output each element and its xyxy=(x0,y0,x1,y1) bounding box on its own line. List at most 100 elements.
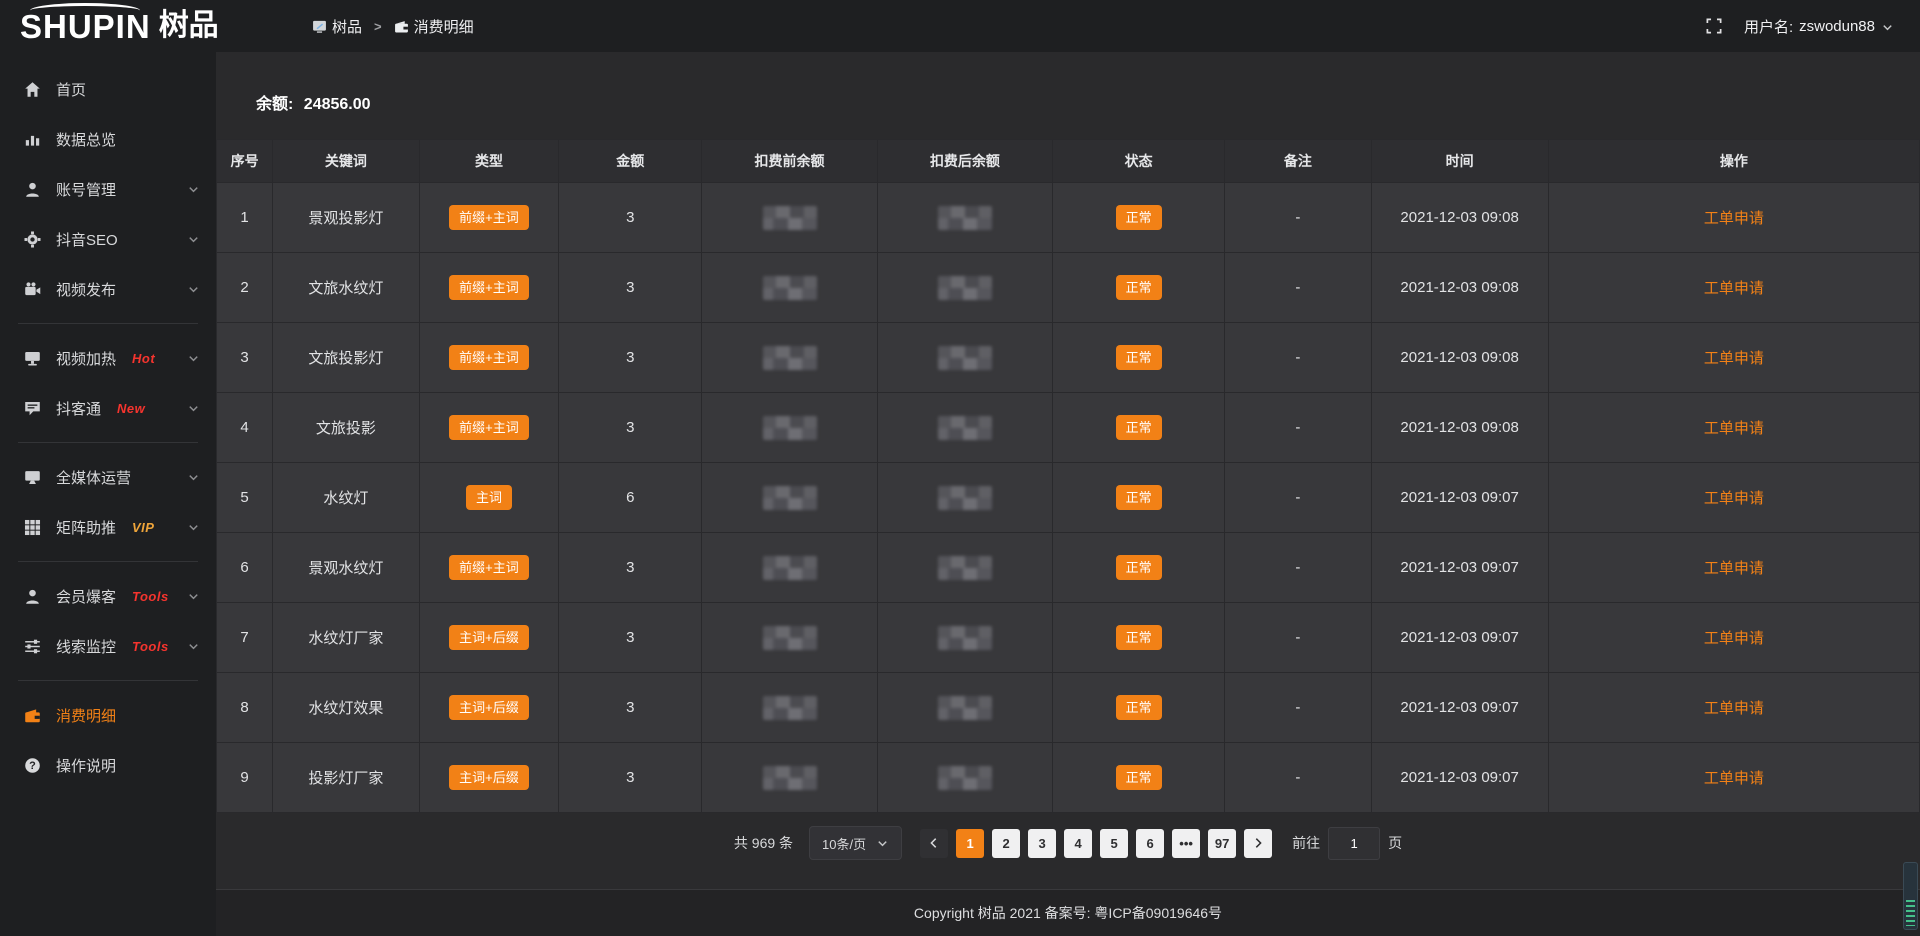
sidebar-item-home[interactable]: 首页 xyxy=(0,64,216,114)
work-order-link[interactable]: 工单申请 xyxy=(1704,700,1764,717)
table-header-row: 序号关键词类型金额扣费前余额扣费后余额状态备注时间操作 xyxy=(217,140,1920,183)
redacted-value xyxy=(763,276,817,300)
floating-widget[interactable] xyxy=(1903,862,1918,930)
cell-balance-before xyxy=(702,393,877,463)
member-icon xyxy=(24,588,41,605)
sidebar-item-all-media[interactable]: 全媒体运营 xyxy=(0,452,216,502)
app-root: SHUPIN 树品 树品 > 消费明细 用户名: xyxy=(0,0,1920,936)
page-button-4[interactable]: 4 xyxy=(1064,829,1092,858)
pagination-ellipsis[interactable]: ••• xyxy=(1172,829,1200,858)
column-header: 操作 xyxy=(1548,140,1919,183)
page-size-value: 10条/页 xyxy=(822,834,866,853)
table-body: 1景观投影灯前缀+主词3正常-2021-12-03 09:08工单申请2文旅水纹… xyxy=(217,183,1920,813)
sidebar-divider xyxy=(18,561,198,562)
breadcrumb-item-shupin[interactable]: 树品 xyxy=(312,16,362,37)
sidebar-item-douketong[interactable]: 抖客通 New xyxy=(0,383,216,433)
type-badge-cell: 主词+后缀 xyxy=(419,673,559,743)
balance-label: 余额: xyxy=(256,96,293,113)
page-button-2[interactable]: 2 xyxy=(992,829,1020,858)
type-badge: 前缀+主词 xyxy=(449,205,529,230)
sidebar-item-label: 抖音SEO xyxy=(56,229,118,250)
pagination-goto: 前往 页 xyxy=(1292,827,1402,860)
work-order-link[interactable]: 工单申请 xyxy=(1704,490,1764,507)
status-badge: 正常 xyxy=(1116,555,1162,580)
sidebar-item-video-heat[interactable]: 视频加热 Hot xyxy=(0,333,216,383)
logo-text-cn: 树品 xyxy=(159,11,219,41)
sidebar-item-instructions[interactable]: ? 操作说明 xyxy=(0,740,216,790)
sidebar-item-badge: VIP xyxy=(132,520,154,535)
prev-page-button[interactable] xyxy=(920,829,948,858)
column-header: 时间 xyxy=(1371,140,1548,183)
type-badge: 主词+后缀 xyxy=(449,625,529,650)
status-badge-cell: 正常 xyxy=(1053,463,1225,533)
cell-amount: 3 xyxy=(559,533,702,603)
cell-index: 2 xyxy=(217,253,273,323)
chevron-down-icon xyxy=(187,233,200,246)
status-badge: 正常 xyxy=(1116,345,1162,370)
redacted-value xyxy=(938,346,992,370)
app-logo[interactable]: SHUPIN 树品 xyxy=(0,10,310,43)
sidebar-item-badge: Tools xyxy=(132,589,169,604)
work-order-link[interactable]: 工单申请 xyxy=(1704,630,1764,647)
column-header: 备注 xyxy=(1225,140,1371,183)
table-row: 5水纹灯主词6正常-2021-12-03 09:07工单申请 xyxy=(217,463,1920,533)
table-row: 7水纹灯厂家主词+后缀3正常-2021-12-03 09:07工单申请 xyxy=(217,603,1920,673)
sidebar-item-member-burst[interactable]: 会员爆客 Tools xyxy=(0,571,216,621)
redacted-value xyxy=(938,276,992,300)
redacted-value xyxy=(938,206,992,230)
page-button-1[interactable]: 1 xyxy=(956,829,984,858)
work-order-link[interactable]: 工单申请 xyxy=(1704,420,1764,437)
sidebar-item-account-manage[interactable]: 账号管理 xyxy=(0,164,216,214)
consumption-table: 序号关键词类型金额扣费前余额扣费后余额状态备注时间操作 1景观投影灯前缀+主词3… xyxy=(216,139,1920,813)
next-page-button[interactable] xyxy=(1244,829,1272,858)
sidebar-item-badge: Tools xyxy=(132,639,169,654)
column-header: 扣费前余额 xyxy=(702,140,877,183)
cell-remark: - xyxy=(1225,603,1371,673)
cell-amount: 3 xyxy=(559,673,702,743)
type-badge: 主词+后缀 xyxy=(449,695,529,720)
sidebar-item-clue-monitor[interactable]: 线索监控 Tools xyxy=(0,621,216,671)
work-order-link[interactable]: 工单申请 xyxy=(1704,770,1764,787)
fullscreen-icon[interactable] xyxy=(1706,18,1722,34)
status-badge: 正常 xyxy=(1116,625,1162,650)
page-button-97[interactable]: 97 xyxy=(1208,829,1236,858)
breadcrumb-item-consumption[interactable]: 消费明细 xyxy=(394,16,474,37)
work-order-link[interactable]: 工单申请 xyxy=(1704,560,1764,577)
wallet-icon xyxy=(24,707,41,724)
sidebar-item-video-publish[interactable]: 视频发布 xyxy=(0,264,216,314)
sidebar-item-data-overview[interactable]: 数据总览 xyxy=(0,114,216,164)
breadcrumb: 树品 > 消费明细 xyxy=(312,16,474,37)
redacted-value xyxy=(763,206,817,230)
sidebar-item-consumption-detail[interactable]: 消费明细 xyxy=(0,690,216,740)
sidebar-item-douyin-seo[interactable]: 抖音SEO xyxy=(0,214,216,264)
goto-page-input[interactable] xyxy=(1328,827,1380,860)
sidebar-item-matrix-boost[interactable]: 矩阵助推 VIP xyxy=(0,502,216,552)
cell-keyword: 投影灯厂家 xyxy=(273,743,419,813)
cell-balance-before xyxy=(702,673,877,743)
monitor-icon xyxy=(312,19,327,34)
page-button-5[interactable]: 5 xyxy=(1100,829,1128,858)
redacted-value xyxy=(938,486,992,510)
user-menu[interactable]: 用户名: zswodun88 xyxy=(1744,16,1894,37)
page-size-select[interactable]: 10条/页 xyxy=(809,826,902,860)
sidebar: 首页 数据总览 账号管理 抖音SEO 视频发布 视频加热 xyxy=(0,52,216,936)
cell-action: 工单申请 xyxy=(1548,603,1919,673)
work-order-link[interactable]: 工单申请 xyxy=(1704,210,1764,227)
cell-remark: - xyxy=(1225,743,1371,813)
sidebar-item-label: 会员爆客 xyxy=(56,586,116,607)
type-badge: 前缀+主词 xyxy=(449,345,529,370)
cell-balance-after xyxy=(877,253,1052,323)
page-button-3[interactable]: 3 xyxy=(1028,829,1056,858)
table-row: 6景观水纹灯前缀+主词3正常-2021-12-03 09:07工单申请 xyxy=(217,533,1920,603)
gear-icon xyxy=(24,231,41,248)
cell-remark: - xyxy=(1225,673,1371,743)
work-order-link[interactable]: 工单申请 xyxy=(1704,280,1764,297)
cell-time: 2021-12-03 09:07 xyxy=(1371,743,1548,813)
cell-action: 工单申请 xyxy=(1548,393,1919,463)
page-button-6[interactable]: 6 xyxy=(1136,829,1164,858)
chevron-down-icon xyxy=(187,471,200,484)
cell-amount: 3 xyxy=(559,253,702,323)
table-row: 9投影灯厂家主词+后缀3正常-2021-12-03 09:07工单申请 xyxy=(217,743,1920,813)
work-order-link[interactable]: 工单申请 xyxy=(1704,350,1764,367)
sidebar-item-label: 首页 xyxy=(56,79,86,100)
